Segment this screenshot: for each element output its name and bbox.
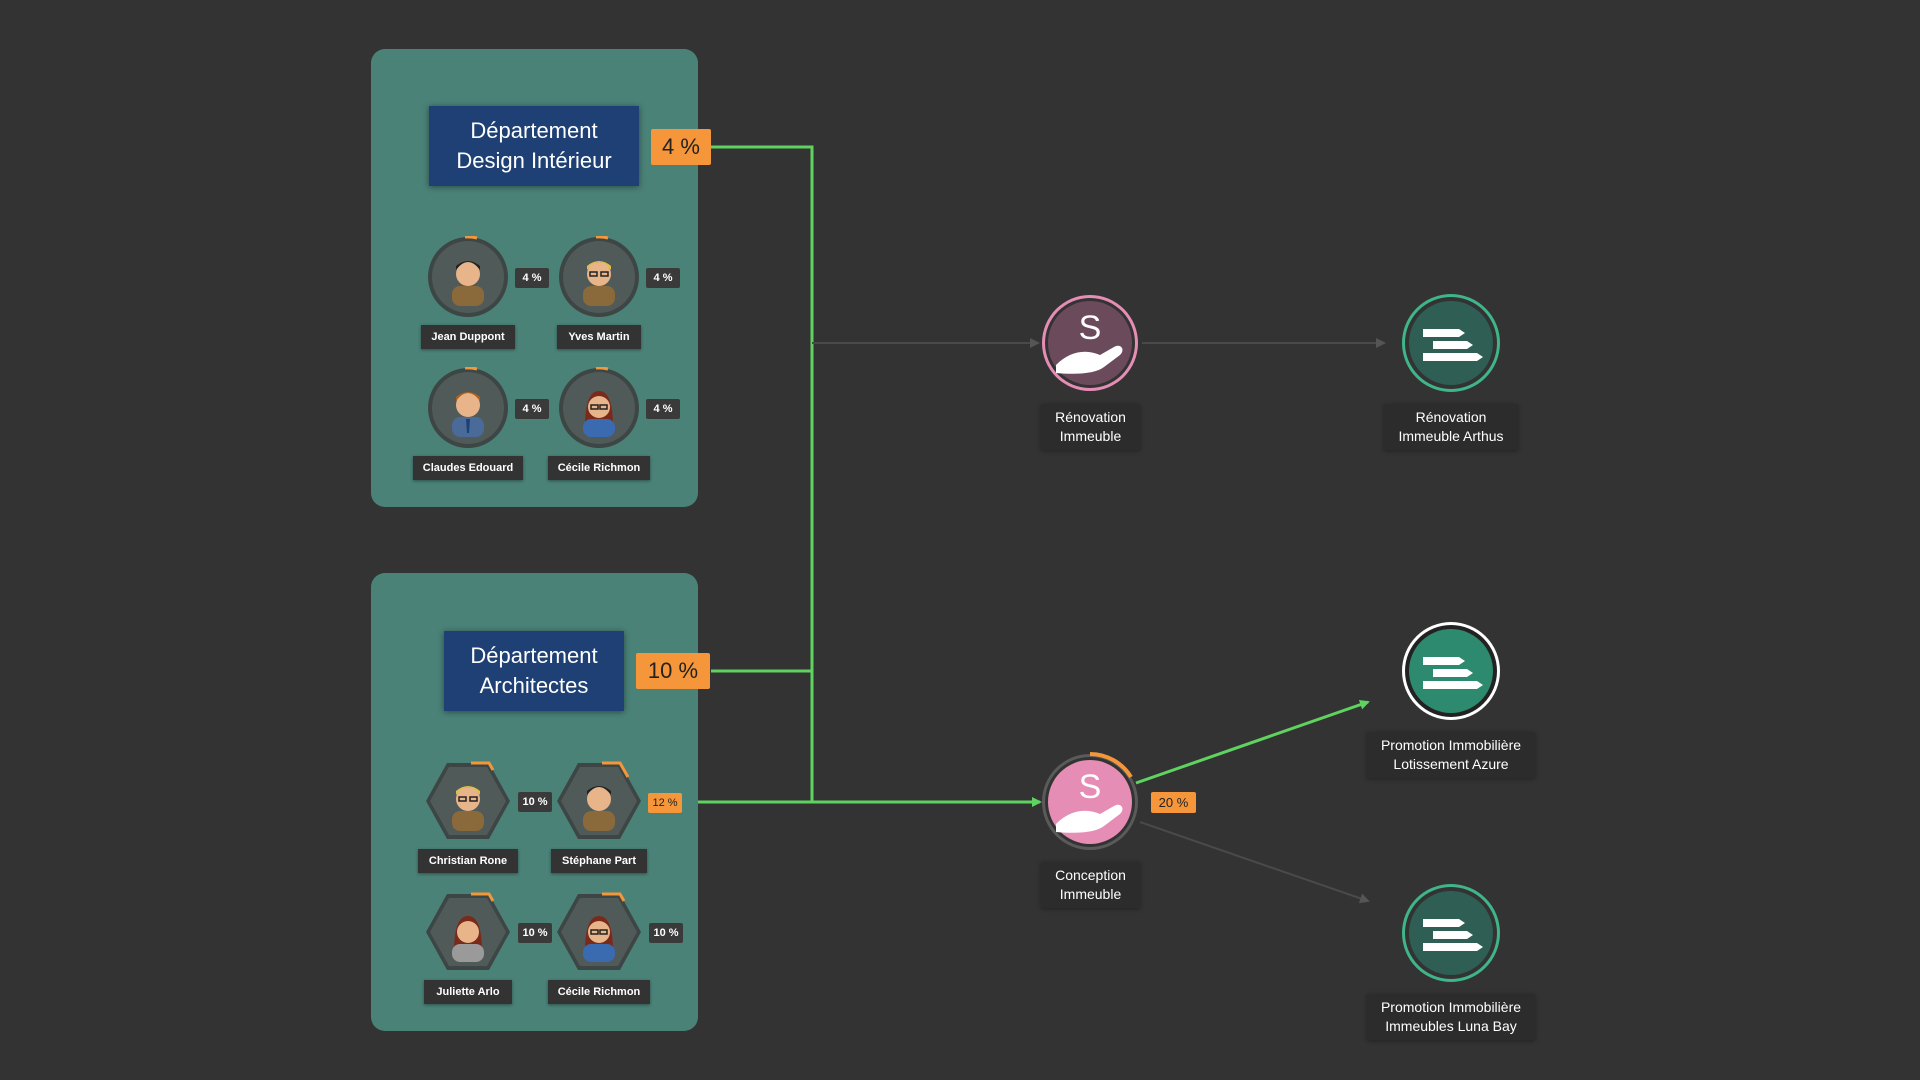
member-percent: 4 % xyxy=(646,268,680,288)
link-conception-to-azure xyxy=(1135,699,1370,785)
label-line: Immeuble xyxy=(1059,886,1122,902)
member-name: Juliette Arlo xyxy=(424,980,512,1004)
member-name: Claudes Edouard xyxy=(413,456,523,480)
member-percent: 4 % xyxy=(515,399,549,419)
project-node-arthus[interactable] xyxy=(1402,294,1500,392)
svg-text:S: S xyxy=(1079,309,1102,347)
member-avatar-claudes-edouard[interactable] xyxy=(427,367,509,449)
member-name: Cécile Richmon xyxy=(548,980,650,1004)
label-line: Rénovation xyxy=(1415,409,1487,425)
department-title-line: Design Intérieur xyxy=(456,148,612,173)
member-name: Cécile Richmon xyxy=(548,456,650,480)
member-avatar-cecile-richmon-2[interactable] xyxy=(556,892,642,972)
project-node-azure[interactable] xyxy=(1402,622,1500,720)
department-architectes-title[interactable]: Département Architectes xyxy=(444,631,624,711)
label-line: Rénovation xyxy=(1055,409,1126,425)
member-percent: 10 % xyxy=(649,923,683,943)
link-dept-design-to-conception xyxy=(711,145,1042,807)
svg-text:S: S xyxy=(1079,768,1102,806)
service-label-conception: Conception Immeuble xyxy=(1041,862,1140,908)
member-percent: 4 % xyxy=(515,268,549,288)
link-conception-to-luna-bay xyxy=(1139,821,1370,904)
project-label-azure: Promotion Immobilière Lotissement Azure xyxy=(1367,732,1535,778)
department-design-title[interactable]: Département Design Intérieur xyxy=(429,106,639,186)
member-avatar-cecile-richmon[interactable] xyxy=(558,367,640,449)
project-node-luna-bay[interactable] xyxy=(1402,884,1500,982)
member-percent: 10 % xyxy=(518,923,552,943)
member-name: Christian Rone xyxy=(418,849,518,873)
member-name: Yves Martin xyxy=(557,325,641,349)
department-design-percent: 4 % xyxy=(651,129,711,165)
member-name: Stéphane Part xyxy=(551,849,647,873)
member-percent: 12 % xyxy=(648,793,682,813)
member-avatar-stephane-part[interactable] xyxy=(556,761,642,841)
member-avatar-yves-martin[interactable] xyxy=(558,236,640,318)
service-node-conception[interactable]: S xyxy=(1042,752,1138,850)
service-label-renovation: Rénovation Immeuble xyxy=(1041,404,1140,450)
service-conception-percent: 20 % xyxy=(1151,792,1196,813)
member-avatar-juliette-arlo[interactable] xyxy=(425,892,511,972)
label-line: Immeubles Luna Bay xyxy=(1385,1018,1517,1034)
project-label-arthus: Rénovation Immeuble Arthus xyxy=(1384,404,1518,450)
member-name: Jean Duppont xyxy=(421,325,515,349)
member-percent: 4 % xyxy=(646,399,680,419)
department-title-line: Département xyxy=(470,643,598,668)
service-node-renovation[interactable]: S xyxy=(1042,295,1138,391)
member-percent: 10 % xyxy=(518,792,552,812)
label-line: Promotion Immobilière xyxy=(1380,999,1522,1015)
label-line: Lotissement Azure xyxy=(1393,756,1509,772)
department-architectes-percent: 10 % xyxy=(636,653,710,689)
member-avatar-jean-duppont[interactable] xyxy=(427,236,509,318)
label-line: Immeuble xyxy=(1059,428,1122,444)
label-line: Conception xyxy=(1055,867,1126,883)
diagram-canvas: S S xyxy=(685,145,1500,982)
label-line: Immeuble Arthus xyxy=(1398,428,1504,444)
member-avatar-christian-rone[interactable] xyxy=(425,761,511,841)
label-line: Promotion Immobilière xyxy=(1380,737,1522,753)
department-title-line: Département xyxy=(470,118,598,143)
project-label-luna-bay: Promotion Immobilière Immeubles Luna Bay xyxy=(1367,994,1535,1040)
department-title-line: Architectes xyxy=(479,673,589,698)
